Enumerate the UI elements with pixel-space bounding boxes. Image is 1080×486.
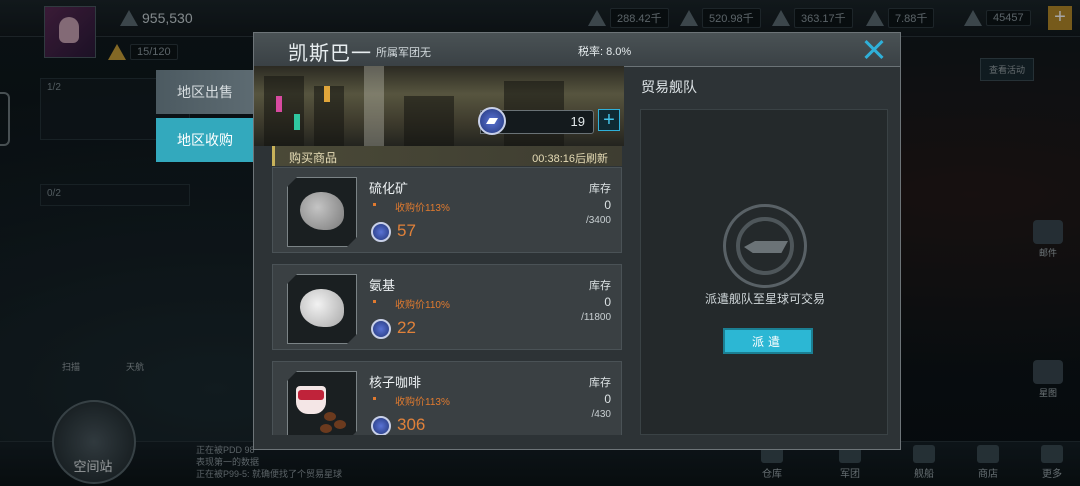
planet-name: 凯斯巴一	[288, 43, 372, 65]
item-name: 硫化矿	[369, 181, 409, 196]
stock-current: 0	[604, 198, 611, 212]
stock-label: 库存	[589, 183, 611, 195]
coin-icon	[371, 222, 391, 242]
amino-image	[287, 274, 357, 344]
bullet-icon	[373, 300, 376, 303]
tax-rate: 税率: 8.0%	[578, 46, 632, 58]
close-icon[interactable]	[862, 38, 886, 62]
stock-max: /3400	[585, 215, 611, 226]
tab-region-buy[interactable]: 地区收购	[156, 118, 266, 162]
fleet-title: 贸易舰队	[641, 79, 697, 95]
goods-list-header: 购买商品 00:38:16后刷新	[272, 146, 622, 166]
price-percent: 收购价113%	[395, 397, 450, 408]
goods-list[interactable]: 硫化矿 库存 收购价113% 0 57 /3400 氨基 库存 收购价110% …	[272, 167, 622, 435]
add-quantity-button[interactable]: +	[598, 109, 620, 131]
stock-label: 库存	[589, 377, 611, 389]
item-price: 22	[397, 318, 416, 337]
list-item[interactable]: 核子咖啡 库存 收购价113% 0 306 /430	[272, 361, 622, 435]
sulfide-ore-image	[287, 177, 357, 247]
trade-dialog: 凯斯巴一 所属军团无 税率: 8.0% 19 + 购买商品 00:38:16后刷…	[253, 32, 901, 450]
fleet-panel: 派遣舰队至星球可交易 派遣	[640, 109, 888, 435]
item-price: 57	[397, 221, 416, 240]
dialog-header: 凯斯巴一 所属军团无 税率: 8.0%	[254, 33, 900, 67]
bullet-icon	[373, 397, 376, 400]
price-percent: 收购价110%	[395, 300, 450, 311]
quantity-value: 19	[570, 114, 585, 129]
nuclear-coffee-image	[287, 371, 357, 435]
item-price: 306	[397, 415, 426, 434]
stock-current: 0	[604, 392, 611, 406]
refresh-timer: 00:38:16后刷新	[532, 153, 608, 165]
item-name: 核子咖啡	[369, 375, 422, 390]
stock-label: 库存	[589, 280, 611, 292]
list-item[interactable]: 氨基 库存 收购价110% 0 22 /11800	[272, 264, 622, 350]
fleet-emblem-icon	[723, 204, 807, 288]
coin-icon	[371, 416, 391, 435]
faction-label: 所属军团无	[376, 47, 431, 59]
goods-list-title: 购买商品	[289, 151, 338, 165]
tab-region-sell[interactable]: 地区出售	[156, 70, 254, 114]
item-name: 氨基	[369, 278, 396, 293]
stock-max: /430	[591, 409, 611, 420]
list-item[interactable]: 硫化矿 库存 收购价113% 0 57 /3400	[272, 167, 622, 253]
fleet-message: 派遣舰队至星球可交易	[704, 292, 825, 306]
city-banner-image	[254, 66, 624, 146]
stock-current: 0	[604, 295, 611, 309]
trade-coin-icon	[478, 107, 506, 135]
stock-max: /11800	[581, 312, 611, 323]
dispatch-button[interactable]: 派遣	[723, 328, 813, 354]
coin-icon	[371, 319, 391, 339]
price-percent: 收购价113%	[395, 203, 450, 214]
bullet-icon	[373, 203, 376, 206]
